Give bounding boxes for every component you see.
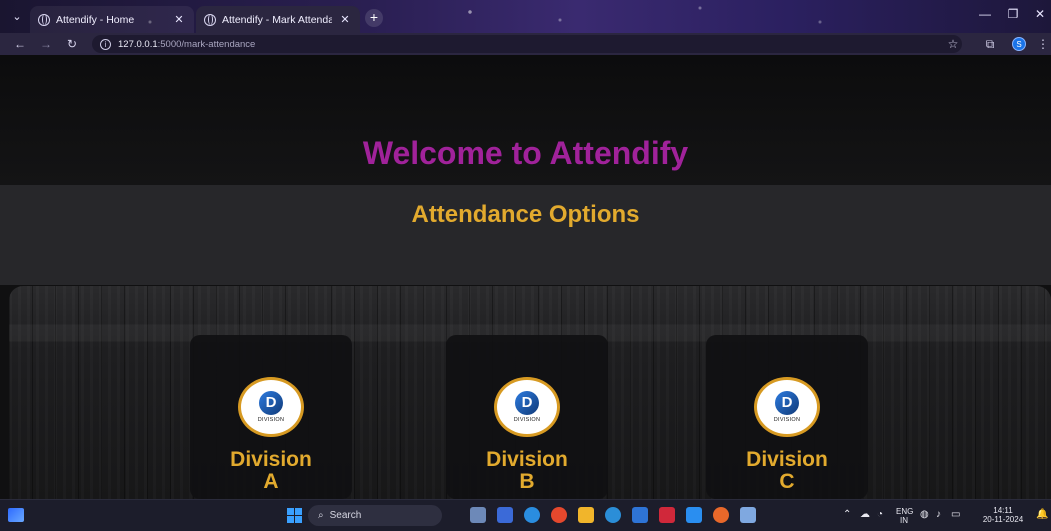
globe-icon (38, 13, 50, 26)
weather-icon[interactable]: ☁ (860, 510, 870, 520)
screen: ⌄ Attendify - Home ✕ Attendify - Mark At… (0, 0, 1051, 531)
division-label: Division A (230, 448, 312, 493)
division-logo: D DIVISION (494, 377, 560, 437)
file-explorer-icon[interactable] (578, 507, 594, 523)
volume-icon[interactable]: ♪ (936, 510, 941, 520)
mcafee-icon[interactable] (659, 507, 675, 523)
tab-search-icon[interactable]: ⌄ (9, 9, 25, 25)
task-view-icon[interactable] (470, 507, 486, 523)
division-logo-icon: D (775, 391, 799, 415)
page-content: Welcome to Attendify Attendance Options … (0, 55, 1051, 499)
battery-icon[interactable]: ▭ (951, 510, 960, 520)
division-logo-icon: D (259, 391, 283, 415)
search-label: Search (329, 510, 362, 521)
restore-icon[interactable]: ❐ (1003, 7, 1023, 21)
division-logo-icon: D (515, 391, 539, 415)
vscode-icon[interactable] (686, 507, 702, 523)
app-icon[interactable] (740, 507, 756, 523)
chrome-icon[interactable] (713, 507, 729, 523)
bookmark-star-icon[interactable]: ☆ (945, 36, 961, 52)
wifi-icon[interactable]: ◍ (920, 510, 929, 520)
browser-toolbar: ← → ↻ i 127.0.0.1:5000/mark-attendance ☆… (0, 33, 1051, 55)
extensions-icon[interactable]: ⧉ (982, 36, 998, 52)
division-label: Division B (486, 448, 568, 493)
new-tab-button[interactable]: + (365, 9, 383, 27)
logo-caption: DIVISION (773, 417, 801, 423)
url-text: 127.0.0.1:5000/mark-attendance (118, 38, 256, 50)
notification-bell-icon[interactable]: 🔔 (1036, 510, 1048, 520)
division-card-b[interactable]: D DIVISION Division B (446, 335, 608, 499)
clock[interactable]: 14:11 20-11-2024 (975, 506, 1031, 524)
tray-chevron-icon[interactable]: ⌃ (843, 510, 851, 520)
division-logo: D DIVISION (238, 377, 304, 437)
taskbar: ⌕ Search ⌃ ☁ ◔ ENG IN ◍ ♪ ▭ 14:11 20-11-… (0, 499, 1051, 531)
page-title: Welcome to Attendify (362, 135, 689, 171)
close-window-icon[interactable]: ✕ (1030, 7, 1050, 21)
widgets-icon[interactable] (8, 508, 24, 522)
division-label: Division C (746, 448, 828, 493)
network-status-icon[interactable]: ◔ (877, 510, 883, 520)
chrome-icon[interactable] (551, 507, 567, 523)
store-icon[interactable] (497, 507, 513, 523)
taskbar-search[interactable]: ⌕ Search (308, 505, 442, 526)
division-logo: D DIVISION (754, 377, 820, 437)
options-header: Attendance Options (0, 185, 1051, 285)
profile-avatar[interactable]: S (1012, 37, 1026, 51)
division-card-c[interactable]: D DIVISION Division C (706, 335, 868, 499)
minimize-icon[interactable]: — (975, 7, 995, 21)
start-windows-icon[interactable] (287, 508, 302, 523)
logo-caption: DIVISION (257, 417, 285, 423)
back-icon[interactable]: ← (12, 36, 28, 52)
address-bar[interactable]: i 127.0.0.1:5000/mark-attendance (92, 35, 962, 53)
tab-mark-attendance[interactable]: Attendify - Mark Attendance ✕ (196, 6, 360, 33)
language-indicator[interactable]: ENG IN (896, 507, 913, 525)
site-info-icon[interactable]: i (100, 38, 111, 50)
forward-icon[interactable]: → (38, 36, 54, 52)
tab-title: Attendify - Home (56, 13, 135, 26)
close-icon[interactable]: ✕ (172, 13, 186, 26)
edge-icon[interactable] (605, 507, 621, 523)
globe-icon (204, 13, 216, 26)
division-card-a[interactable]: D DIVISION Division A (190, 335, 352, 499)
tab-attendify-home[interactable]: Attendify - Home ✕ (30, 6, 194, 33)
section-title: Attendance Options (411, 201, 640, 228)
close-icon[interactable]: ✕ (338, 13, 352, 26)
browser-tab-strip: ⌄ Attendify - Home ✕ Attendify - Mark At… (0, 0, 1051, 33)
copilot-icon[interactable] (524, 507, 540, 523)
tab-title: Attendify - Mark Attendance (222, 13, 332, 26)
outlook-icon[interactable] (632, 507, 648, 523)
search-icon: ⌕ (318, 510, 324, 521)
logo-caption: DIVISION (513, 417, 541, 423)
menu-kebab-icon[interactable]: ⋮ (1035, 36, 1051, 52)
reload-icon[interactable]: ↻ (64, 36, 80, 52)
